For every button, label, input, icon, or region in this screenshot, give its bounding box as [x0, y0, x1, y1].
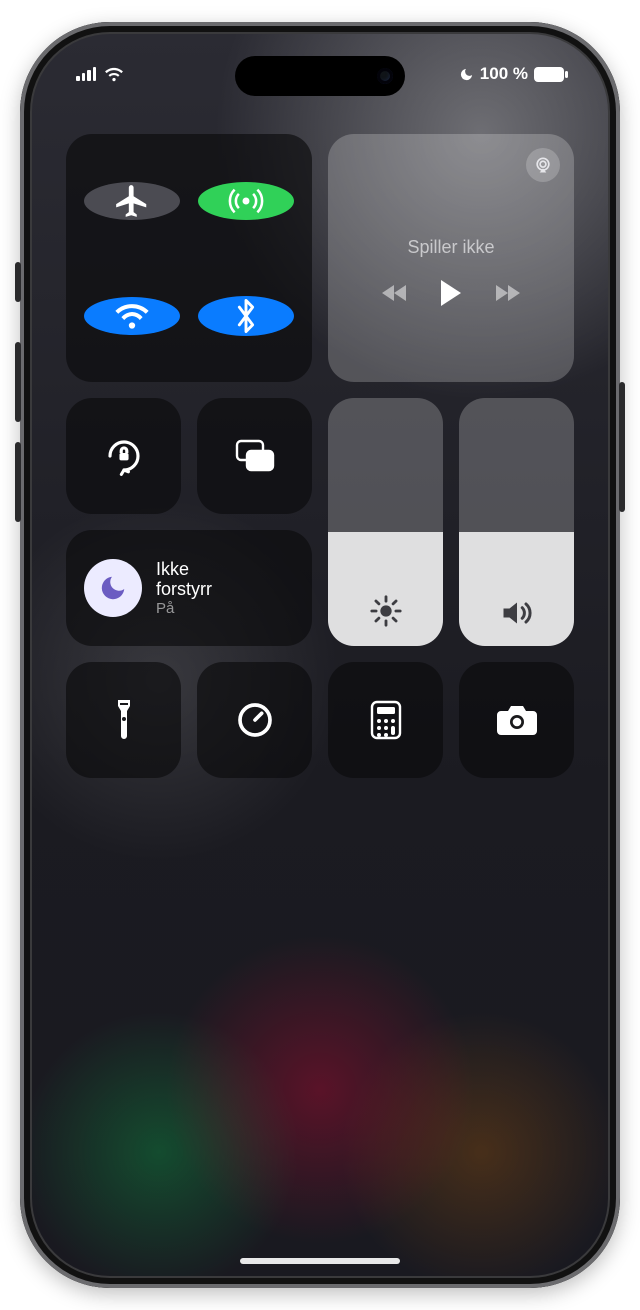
focus-text: Ikke forstyrr På — [156, 559, 212, 618]
media-playback-tile[interactable]: Spiller ikke — [328, 134, 574, 382]
brightness-slider[interactable] — [328, 398, 443, 646]
power-hw — [619, 382, 625, 512]
focus-title-2: forstyrr — [156, 579, 212, 600]
airplane-icon — [113, 182, 151, 220]
control-center: Spiller ikke — [66, 134, 574, 778]
timer-icon — [235, 700, 275, 740]
focus-toggle[interactable]: Ikke forstyrr På — [66, 530, 312, 646]
antenna-icon — [227, 182, 265, 220]
calculator-button[interactable] — [328, 662, 443, 778]
screen: 100 % — [32, 34, 608, 1276]
airplay-button[interactable] — [526, 148, 560, 182]
calculator-icon — [370, 700, 402, 740]
volume-up-hw — [15, 342, 21, 422]
bluetooth-icon — [231, 296, 261, 336]
screen-mirroring-button[interactable] — [197, 398, 312, 514]
play-icon — [438, 278, 464, 308]
airplay-icon — [533, 155, 553, 175]
moon-status-icon — [459, 67, 474, 82]
status-bar: 100 % — [32, 64, 608, 84]
cellular-signal-icon — [76, 67, 96, 81]
bluetooth-toggle[interactable] — [198, 296, 294, 336]
moon-icon — [98, 573, 128, 603]
connectivity-group[interactable] — [66, 134, 312, 382]
moon-circle — [84, 559, 142, 617]
timer-button[interactable] — [197, 662, 312, 778]
wifi-status-icon — [104, 67, 124, 82]
rewind-icon — [380, 282, 410, 304]
screen-mirroring-icon — [233, 438, 277, 474]
camera-icon — [495, 703, 539, 737]
airplane-mode-toggle[interactable] — [84, 182, 180, 220]
wifi-toggle[interactable] — [84, 297, 180, 335]
cellular-data-toggle[interactable] — [198, 182, 294, 220]
brightness-fill — [328, 532, 443, 646]
iphone-frame: 100 % — [20, 22, 620, 1288]
orientation-lock-icon — [103, 435, 145, 477]
play-button[interactable] — [438, 278, 464, 308]
volume-down-hw — [15, 442, 21, 522]
silence-switch — [15, 262, 21, 302]
flashlight-button[interactable] — [66, 662, 181, 778]
battery-text: 100 % — [480, 64, 528, 84]
forward-icon — [492, 282, 522, 304]
orientation-lock-toggle[interactable] — [66, 398, 181, 514]
focus-state: På — [156, 600, 212, 617]
camera-button[interactable] — [459, 662, 574, 778]
volume-slider[interactable] — [459, 398, 574, 646]
media-title: Spiller ikke — [407, 237, 494, 258]
brightness-icon — [369, 594, 403, 628]
wifi-icon — [113, 297, 151, 335]
flashlight-icon — [112, 698, 136, 742]
focus-title-1: Ikke — [156, 559, 212, 580]
volume-fill — [459, 532, 574, 646]
rewind-button[interactable] — [380, 282, 410, 304]
home-indicator[interactable] — [240, 1258, 400, 1264]
forward-button[interactable] — [492, 282, 522, 304]
volume-icon — [499, 598, 535, 628]
battery-icon — [534, 67, 564, 82]
